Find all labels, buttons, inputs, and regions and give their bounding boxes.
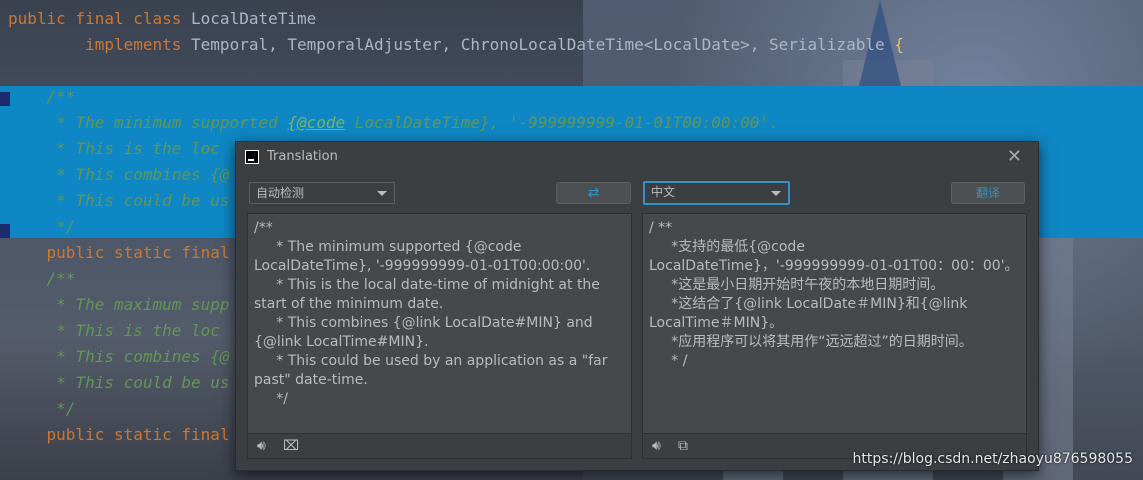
code-token: * The minimum supported <box>8 113 288 132</box>
code-token: /** <box>8 87 76 106</box>
translation-dialog: Translation ✕ 自动检测 ⇄ 中文 翻译 /** * The min… <box>235 141 1039 471</box>
code-token: public static final <box>46 243 230 262</box>
target-text-panel[interactable]: / ** *支持的最低{@code LocalDateTime}，'-99999… <box>642 213 1027 434</box>
code-token: * The maximum supp <box>8 295 230 314</box>
swap-languages-button[interactable]: ⇄ <box>556 182 631 204</box>
target-language-select[interactable]: 中文 <box>643 181 790 205</box>
code-token: * This is the loc <box>8 321 220 340</box>
source-text[interactable]: /** * The minimum supported {@code Local… <box>254 219 624 409</box>
copy-icon[interactable]: ⧉ <box>678 438 688 454</box>
code-token: * This combines {@ <box>8 347 230 366</box>
code-line[interactable]: * This combines {@ <box>8 162 230 188</box>
code-token: * This could be us <box>8 373 230 392</box>
translate-button[interactable]: 翻译 <box>951 182 1025 204</box>
speaker-icon[interactable]: 🔊︎ <box>257 438 266 454</box>
dialog-titlebar[interactable]: Translation ✕ <box>236 142 1038 172</box>
code-token: * This combines {@ <box>8 165 230 184</box>
translated-text[interactable]: / ** *支持的最低{@code LocalDateTime}，'-99999… <box>649 219 1019 371</box>
code-token: * This could be us <box>8 191 230 210</box>
code-token: implements <box>85 35 192 54</box>
speaker-icon[interactable]: 🔊︎ <box>652 438 661 454</box>
code-line[interactable]: * This could be us <box>8 370 230 396</box>
source-language-value: 自动检测 <box>256 186 305 200</box>
code-token: */ <box>8 399 76 418</box>
source-language-select[interactable]: 自动检测 <box>249 182 395 204</box>
intellij-icon <box>245 150 259 164</box>
target-language-value: 中文 <box>651 185 676 199</box>
code-token: /** <box>8 269 76 288</box>
code-line[interactable]: * This combines {@ <box>8 344 230 370</box>
code-token: { <box>894 35 904 54</box>
source-panel-footer: 🔊︎ ⌧ <box>247 434 632 459</box>
clear-text-icon[interactable]: ⌧ <box>283 438 299 454</box>
dialog-title: Translation <box>267 149 338 164</box>
code-line[interactable]: /** <box>8 266 76 292</box>
code-line[interactable]: * This could be us <box>8 188 230 214</box>
close-icon[interactable]: ✕ <box>1007 146 1022 167</box>
chevron-down-icon <box>771 191 781 196</box>
code-token: public static final <box>46 425 230 444</box>
code-token: LocalDateTime <box>191 9 317 28</box>
code-token: {@code <box>287 113 346 132</box>
code-line[interactable]: public static final <box>8 240 230 266</box>
code-token: LocalDateTime}, '-999999999-01-01T00:00:… <box>345 113 779 132</box>
code-line[interactable]: */ <box>8 214 75 240</box>
code-token: * This is the loc <box>8 139 220 158</box>
watermark: https://blog.csdn.net/zhaoyu876598055 <box>852 451 1133 467</box>
code-line[interactable]: * The minimum supported {@code LocalDate… <box>8 110 779 136</box>
source-text-panel[interactable]: /** * The minimum supported {@code Local… <box>247 213 632 434</box>
code-token: public final class <box>8 9 192 28</box>
chevron-down-icon <box>377 191 387 196</box>
code-token: */ <box>8 217 76 236</box>
code-line[interactable]: implements Temporal, TemporalAdjuster, C… <box>8 32 904 58</box>
code-line[interactable]: /** <box>8 84 76 110</box>
code-token: Temporal, TemporalAdjuster, ChronoLocalD… <box>191 35 895 54</box>
code-line[interactable]: public final class LocalDateTime <box>8 6 316 32</box>
code-line[interactable]: * This is the loc <box>8 318 220 344</box>
code-line[interactable]: * This is the loc <box>8 136 220 162</box>
code-line[interactable]: public static final <box>8 422 230 448</box>
swap-icon: ⇄ <box>587 185 600 201</box>
code-line[interactable]: */ <box>8 396 75 422</box>
code-line[interactable]: * The maximum supp <box>8 292 230 318</box>
